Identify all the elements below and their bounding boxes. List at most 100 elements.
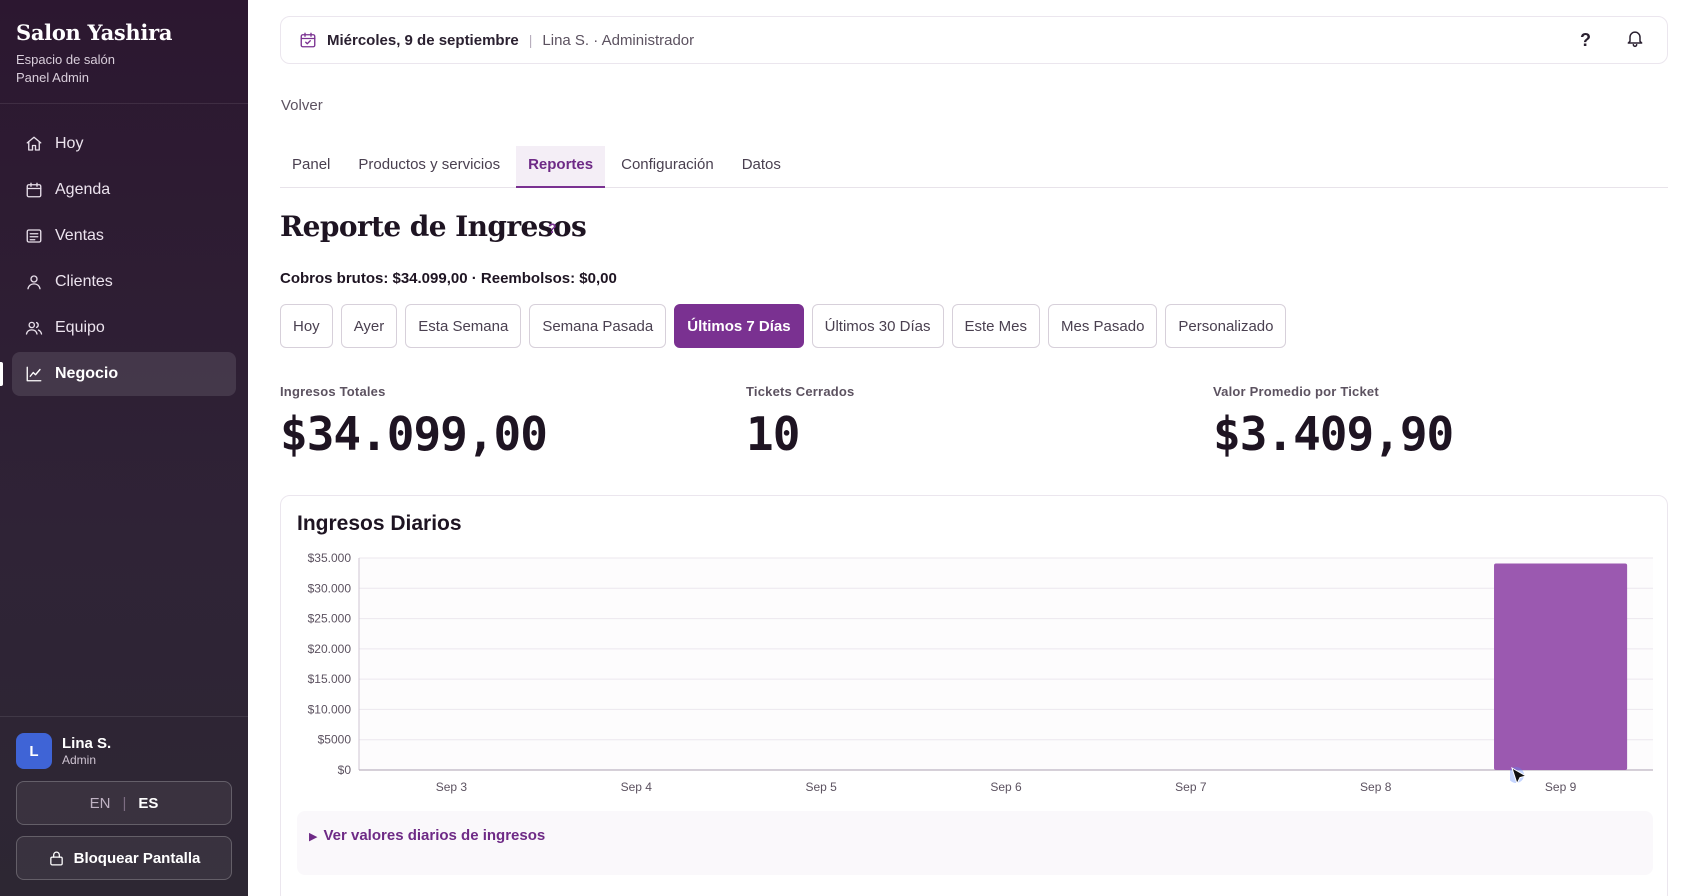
current-user: Lina S. · Administrador xyxy=(542,31,695,49)
metric-value: 10 xyxy=(746,407,800,461)
y-tick-label: $25.000 xyxy=(308,612,352,626)
y-tick-label: $15.000 xyxy=(308,672,352,686)
x-tick-label: Sep 7 xyxy=(1175,780,1207,794)
tab-datos[interactable]: Datos xyxy=(730,146,793,188)
x-tick-label: Sep 6 xyxy=(990,780,1022,794)
topbar-divider: | xyxy=(528,32,533,48)
user-icon xyxy=(25,273,43,291)
language-switcher: EN | ES xyxy=(16,781,232,825)
y-tick-label: $30.000 xyxy=(308,581,352,595)
metric-avg-ticket: Valor Promedio por Ticket $3.409,90 xyxy=(1213,384,1454,461)
brand-name: Salon Yashira xyxy=(16,20,173,45)
tab-configuracion[interactable]: Configuración xyxy=(609,146,726,188)
metric-value: $34.099,00 xyxy=(280,407,548,461)
sidebar-item-hoy[interactable]: Hoy xyxy=(12,122,236,166)
main-content: Miércoles, 9 de septiembre | Lina S. · A… xyxy=(280,0,1668,896)
users-icon xyxy=(25,319,43,337)
filter-hoy[interactable]: Hoy xyxy=(280,304,333,348)
sidebar-item-ventas[interactable]: Ventas xyxy=(12,214,236,258)
x-tick-label: Sep 4 xyxy=(621,780,653,794)
y-tick-label: $20.000 xyxy=(308,642,352,656)
filter-mes-pasado[interactable]: Mes Pasado xyxy=(1048,304,1158,348)
current-date: Miércoles, 9 de septiembre xyxy=(327,31,519,49)
metric-label: Valor Promedio por Ticket xyxy=(1213,384,1379,399)
mouse-cursor-icon xyxy=(1508,766,1532,796)
date-range-filters: Hoy Ayer Esta Semana Semana Pasada Últim… xyxy=(280,304,1287,348)
sidebar-item-clientes[interactable]: Clientes xyxy=(12,260,236,304)
avatar: L xyxy=(16,733,52,769)
topbar-actions: ? xyxy=(1580,17,1645,63)
help-button[interactable]: ? xyxy=(1580,30,1591,51)
sidebar: Salon Yashira Espacio de salón Panel Adm… xyxy=(0,0,248,896)
sidebar-item-label: Ventas xyxy=(55,227,104,244)
filter-ultimos-30-dias[interactable]: Últimos 30 Días xyxy=(811,304,944,348)
gross-summary: Cobros brutos: $34.099,00 · Reembolsos: … xyxy=(280,270,617,287)
sidebar-nav: Hoy Agenda Ventas Clientes Equipo Negoci… xyxy=(0,104,248,396)
back-link[interactable]: Volver xyxy=(281,97,323,114)
sidebar-item-agenda[interactable]: Agenda xyxy=(12,168,236,212)
report-help-button[interactable]: ? xyxy=(548,220,557,236)
calendar-icon xyxy=(25,181,43,199)
plot-area xyxy=(359,558,1653,770)
filter-personalizado[interactable]: Personalizado xyxy=(1165,304,1287,348)
disclosure-triangle-icon: ▶ xyxy=(309,831,318,843)
lang-es-option[interactable]: ES xyxy=(138,795,158,812)
metric-total-revenue: Ingresos Totales $34.099,00 xyxy=(280,384,548,461)
brand-subtitle-line-2: Panel Admin xyxy=(16,70,89,85)
sidebar-item-equipo[interactable]: Equipo xyxy=(12,306,236,350)
receipt-icon xyxy=(25,227,43,245)
daily-revenue-card: Ingresos Diarios $0 $5000 $10.000 $15.000 $2… xyxy=(280,495,1668,896)
brand-subtitle-line-1: Espacio de salón xyxy=(16,52,116,67)
sidebar-item-negocio[interactable]: Negocio xyxy=(0,352,236,396)
filter-esta-semana[interactable]: Esta Semana xyxy=(405,304,522,348)
disclosure-label: Ver valores diarios de ingresos xyxy=(323,827,546,844)
sidebar-item-label: Agenda xyxy=(55,181,111,198)
lock-icon xyxy=(48,850,65,867)
tab-panel[interactable]: Panel xyxy=(280,146,342,188)
filter-ultimos-7-dias[interactable]: Últimos 7 Días xyxy=(674,304,804,348)
x-tick-label: Sep 8 xyxy=(1360,780,1392,794)
user-info: Lina S. Admin xyxy=(62,735,111,767)
page-title: Reporte de Ingresos xyxy=(280,210,587,243)
y-tick-label: $5000 xyxy=(318,733,352,747)
daily-revenue-chart: $0 $5000 $10.000 $15.000 $20.000 $25.000 $30.0… xyxy=(308,551,1653,794)
lang-separator: | xyxy=(122,794,127,812)
section-tabs: Panel Productos y servicios Reportes Con… xyxy=(280,146,1668,188)
user-block: L Lina S. Admin xyxy=(16,733,232,769)
sidebar-item-label: Negocio xyxy=(55,365,119,382)
lock-screen-label: Bloquear Pantalla xyxy=(73,849,201,867)
top-bar: Miércoles, 9 de septiembre | Lina S. · A… xyxy=(280,16,1668,64)
y-tick-label: $0 xyxy=(338,763,352,777)
filter-este-mes[interactable]: Este Mes xyxy=(951,304,1041,348)
daily-values-disclosure[interactable]: ▶ Ver valores diarios de ingresos xyxy=(297,811,1653,875)
metric-label: Tickets Cerrados xyxy=(746,384,855,399)
sidebar-item-label: Hoy xyxy=(55,135,84,152)
brand-block: Salon Yashira Espacio de salón Panel Adm… xyxy=(0,0,248,104)
tab-reportes[interactable]: Reportes xyxy=(516,146,606,188)
tab-productos-servicios[interactable]: Productos y servicios xyxy=(346,146,512,188)
x-tick-label: Sep 9 xyxy=(1545,780,1577,794)
metric-label: Ingresos Totales xyxy=(280,384,386,399)
x-tick-label: Sep 5 xyxy=(805,780,837,794)
home-icon xyxy=(25,135,43,153)
sidebar-footer: L Lina S. Admin EN | ES Bloquear Pantall… xyxy=(0,716,248,896)
chart-title: Ingresos Diarios xyxy=(297,512,462,535)
sidebar-item-label: Equipo xyxy=(55,319,105,336)
bar-sep-9 xyxy=(1494,563,1628,770)
user-name: Lina S. xyxy=(62,735,112,752)
lang-en-option[interactable]: EN xyxy=(90,795,111,812)
chart-icon xyxy=(25,365,43,383)
bell-icon[interactable] xyxy=(1625,28,1645,53)
metric-tickets-closed: Tickets Cerrados 10 xyxy=(746,384,854,461)
metric-value: $3.409,90 xyxy=(1213,407,1454,461)
y-tick-label: $35.000 xyxy=(308,551,352,565)
brand-subtitle: Espacio de salón Panel Admin xyxy=(16,51,232,87)
lock-screen-button[interactable]: Bloquear Pantalla xyxy=(16,836,232,880)
x-tick-label: Sep 3 xyxy=(436,780,468,794)
y-tick-label: $10.000 xyxy=(308,702,352,716)
calendar-check-icon xyxy=(299,31,317,49)
filter-ayer[interactable]: Ayer xyxy=(340,304,398,348)
user-role: Admin xyxy=(62,753,97,767)
sidebar-item-label: Clientes xyxy=(55,273,113,290)
filter-semana-pasada[interactable]: Semana Pasada xyxy=(529,304,667,348)
